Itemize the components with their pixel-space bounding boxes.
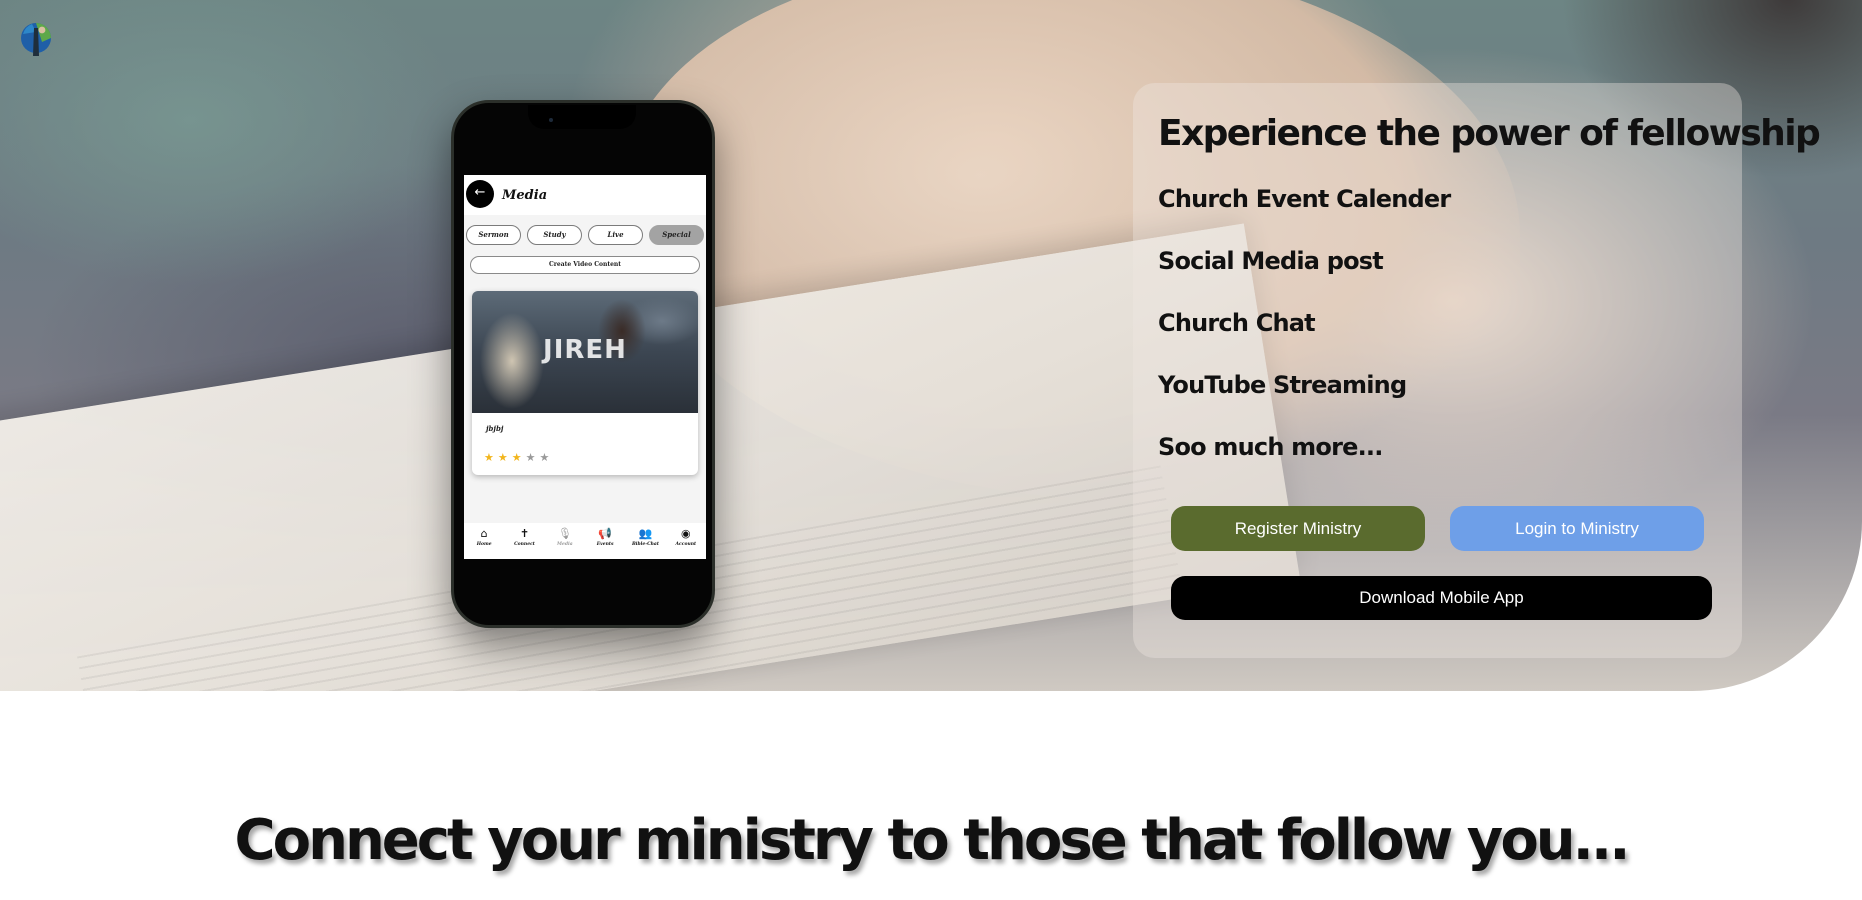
download-app-button[interactable]: Download Mobile App: [1171, 576, 1712, 620]
feature-item: YouTube Streaming: [1158, 371, 1407, 399]
site-logo[interactable]: [18, 18, 54, 58]
feature-panel: Experience the power of fellowship Churc…: [1133, 83, 1821, 658]
login-ministry-button[interactable]: Login to Ministry: [1450, 506, 1704, 551]
tab-sermon[interactable]: Sermon: [466, 225, 521, 245]
register-ministry-button[interactable]: Register Ministry: [1171, 506, 1425, 551]
tab-live[interactable]: Live: [588, 225, 643, 245]
nav-label: Connect: [514, 542, 535, 547]
star-icon: ★: [511, 451, 526, 464]
bible-chat-icon: 👥: [638, 527, 653, 540]
nav-label: Bible-Chat: [631, 542, 659, 547]
nav-label: Account: [675, 542, 697, 547]
star-icon: ★: [539, 451, 554, 464]
feature-item: Church Event Calender: [1158, 185, 1451, 213]
feature-item: Church Chat: [1158, 309, 1316, 337]
phone-mockup: ← Media Sermon Study Live Special Create…: [451, 100, 715, 628]
star-icon: ★: [484, 451, 498, 464]
thumbnail-text: JIREH: [543, 335, 627, 365]
create-video-content-button[interactable]: Create Video Content: [470, 256, 700, 274]
nav-item-home[interactable]: ⌂ Home: [469, 527, 499, 547]
tab-study[interactable]: Study: [527, 225, 582, 245]
back-arrow-icon[interactable]: ←: [466, 180, 494, 208]
nav-item-media[interactable]: 🎙 Media: [550, 527, 580, 547]
nav-item-connect[interactable]: ✝ Connect: [509, 527, 539, 547]
nav-label: Events: [596, 542, 614, 547]
screen-header: ← Media: [464, 175, 706, 215]
logo-globe-icon: [21, 23, 51, 56]
cross-icon: ✝: [519, 527, 530, 540]
nav-label: Media: [557, 542, 573, 547]
home-icon: ⌂: [480, 527, 488, 540]
nav-label: Home: [476, 542, 492, 547]
section-heading: Connect your ministry to those that foll…: [234, 808, 1631, 873]
star-rating: ★★★★★: [484, 451, 553, 464]
nav-item-bible-chat[interactable]: 👥 Bible-Chat: [630, 527, 660, 547]
bottom-nav: ⌂ Home ✝ Connect 🎙 Media 📢 Events 👥 Bibl…: [464, 523, 706, 559]
media-tabs: Sermon Study Live Special: [466, 225, 704, 245]
star-icon: ★: [525, 451, 540, 464]
media-card-title: jbjbj: [486, 424, 504, 433]
tab-special[interactable]: Special: [649, 225, 704, 245]
nav-item-account[interactable]: ◉ Account: [671, 527, 701, 547]
media-card[interactable]: JIREH jbjbj ★★★★★: [472, 291, 698, 475]
star-icon: ★: [497, 451, 512, 464]
mic-icon: 🎙: [557, 527, 572, 540]
feature-item: Soo much more...: [1158, 433, 1383, 461]
nav-item-events[interactable]: 📢 Events: [590, 527, 620, 547]
panel-heading: Experience the power of fellowship: [1158, 113, 1821, 154]
phone-screen: ← Media Sermon Study Live Special Create…: [464, 175, 706, 559]
megaphone-icon: 📢: [598, 527, 612, 540]
feature-item: Social Media post: [1158, 247, 1384, 275]
phone-notch: [528, 105, 636, 129]
phone-camera: [549, 118, 553, 122]
screen-title: Media: [502, 188, 548, 203]
media-card-thumbnail: JIREH: [472, 291, 698, 413]
account-icon: ◉: [680, 527, 691, 540]
